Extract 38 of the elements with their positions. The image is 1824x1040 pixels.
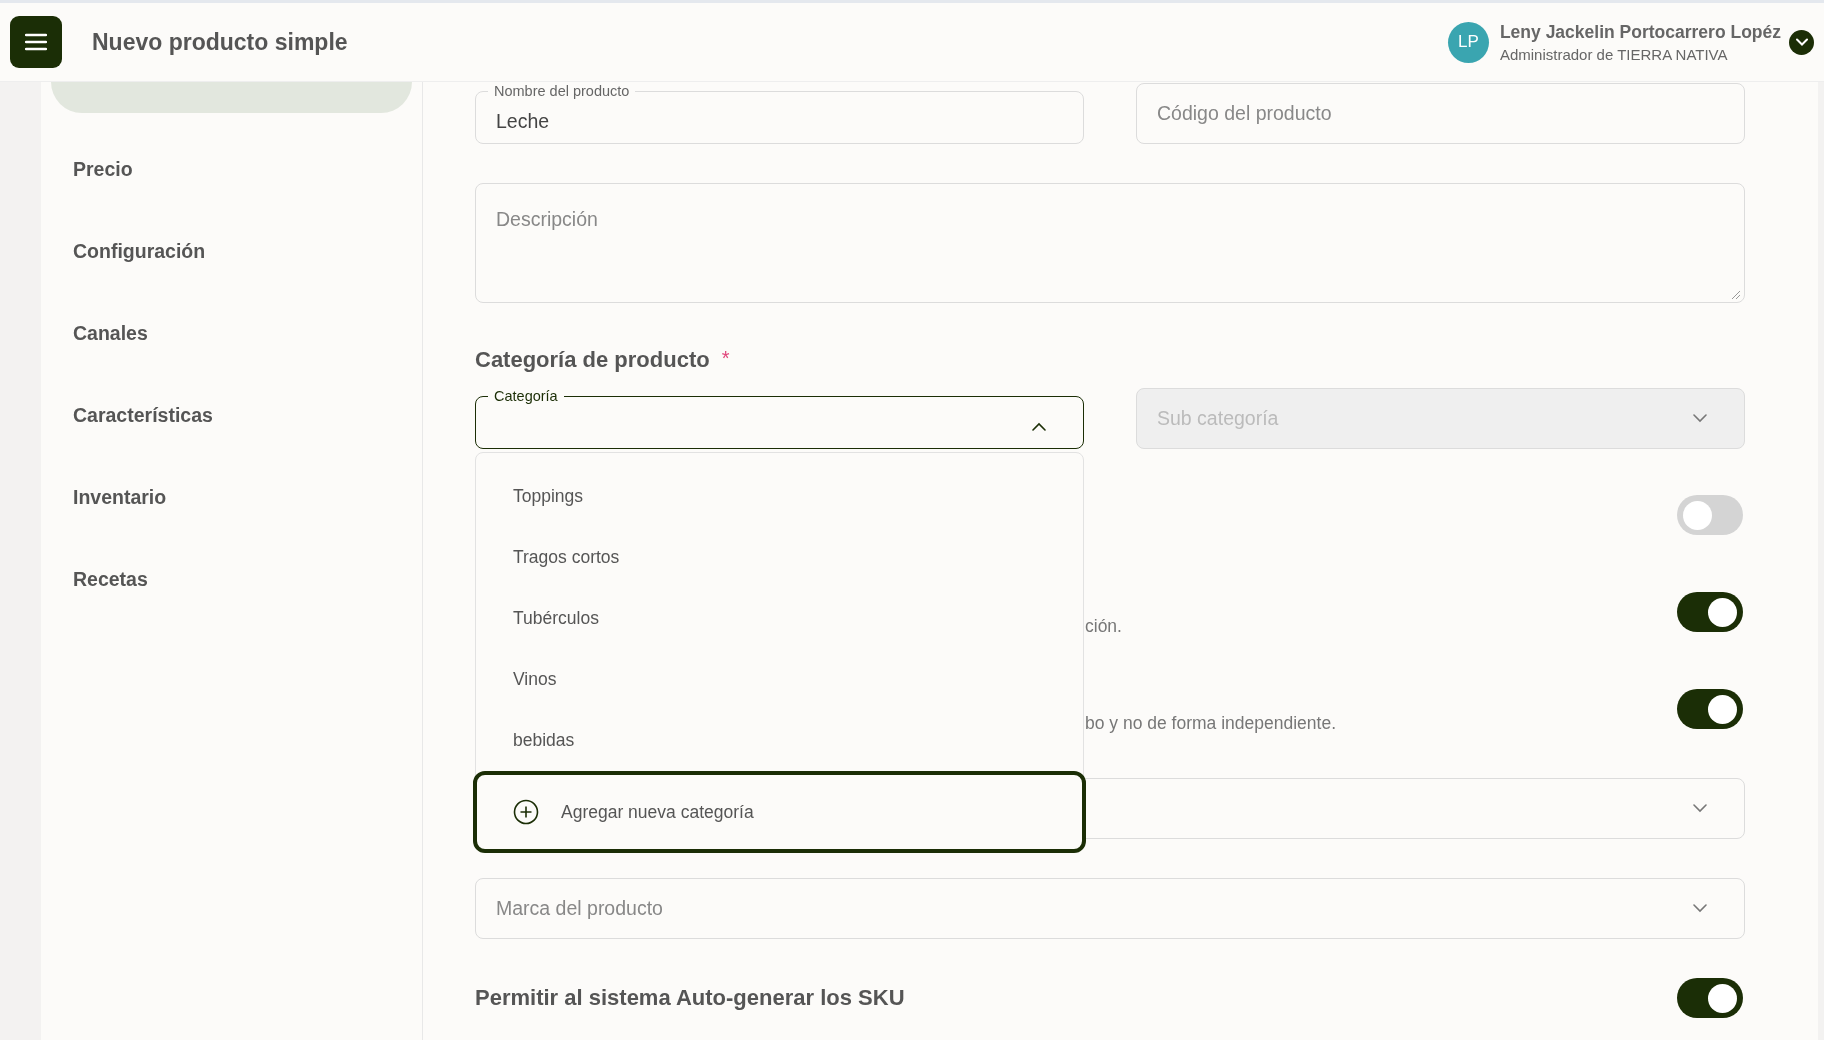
toggle-switch[interactable] bbox=[1677, 978, 1743, 1018]
page-title: Nuevo producto simple bbox=[92, 28, 348, 56]
sidebar-item[interactable]: Características bbox=[51, 374, 412, 456]
sidebar-item[interactable]: Precio bbox=[51, 128, 412, 210]
user-role: Administrador de TIERRA NATIVA bbox=[1499, 45, 1729, 63]
name-field[interactable]: Nombre del producto Leche bbox=[475, 83, 1084, 144]
dropdown-option[interactable]: Tubérculos bbox=[476, 588, 1083, 649]
chevron-down-icon bbox=[1693, 414, 1707, 423]
user-avatar: LP bbox=[1447, 21, 1489, 63]
setting-title: Permitir al sistema Auto-generar los SKU bbox=[475, 985, 906, 1011]
section-title: Categoría de producto bbox=[475, 347, 710, 373]
toggle-switch[interactable] bbox=[1677, 688, 1743, 729]
chevron-down-icon bbox=[1795, 38, 1808, 46]
add-category-option[interactable]: Agregar nueva categoría bbox=[473, 771, 1086, 853]
toggle-switch[interactable] bbox=[1677, 591, 1743, 632]
dropdown-option[interactable]: Vinos bbox=[476, 649, 1083, 710]
sidebar-item[interactable]: Canales bbox=[51, 292, 412, 374]
chevron-up-icon bbox=[1032, 422, 1046, 431]
user-menu-button[interactable] bbox=[1789, 29, 1814, 55]
sidebar-item[interactable]: Configuración bbox=[51, 210, 412, 292]
setting-description: ción. bbox=[1085, 615, 1123, 637]
dropdown-option[interactable]: Toppings bbox=[476, 466, 1083, 527]
chevron-down-icon bbox=[1693, 804, 1707, 813]
menu-button[interactable] bbox=[10, 16, 62, 68]
sidebar-item[interactable]: Inventario bbox=[51, 456, 412, 538]
sidebar-item[interactable]: Recetas bbox=[51, 538, 412, 620]
plus-circle-icon bbox=[513, 799, 539, 825]
dropdown-option[interactable]: bebidas bbox=[476, 710, 1083, 771]
user-name: Leny Jackelin Portocarrero Lopéz bbox=[1499, 21, 1781, 43]
required-asterisk: * bbox=[721, 347, 730, 370]
dropdown-option[interactable]: Tragos cortos bbox=[476, 527, 1083, 588]
chevron-down-icon bbox=[1693, 904, 1707, 913]
code-field[interactable]: Código del producto bbox=[1136, 83, 1745, 144]
setting-description: bo y no de forma independiente. bbox=[1085, 712, 1337, 734]
resize-handle-icon[interactable] bbox=[1731, 290, 1741, 300]
menu-icon bbox=[25, 33, 47, 51]
toggle-switch[interactable] bbox=[1677, 494, 1743, 535]
category-select[interactable]: Categoría bbox=[475, 388, 1084, 449]
